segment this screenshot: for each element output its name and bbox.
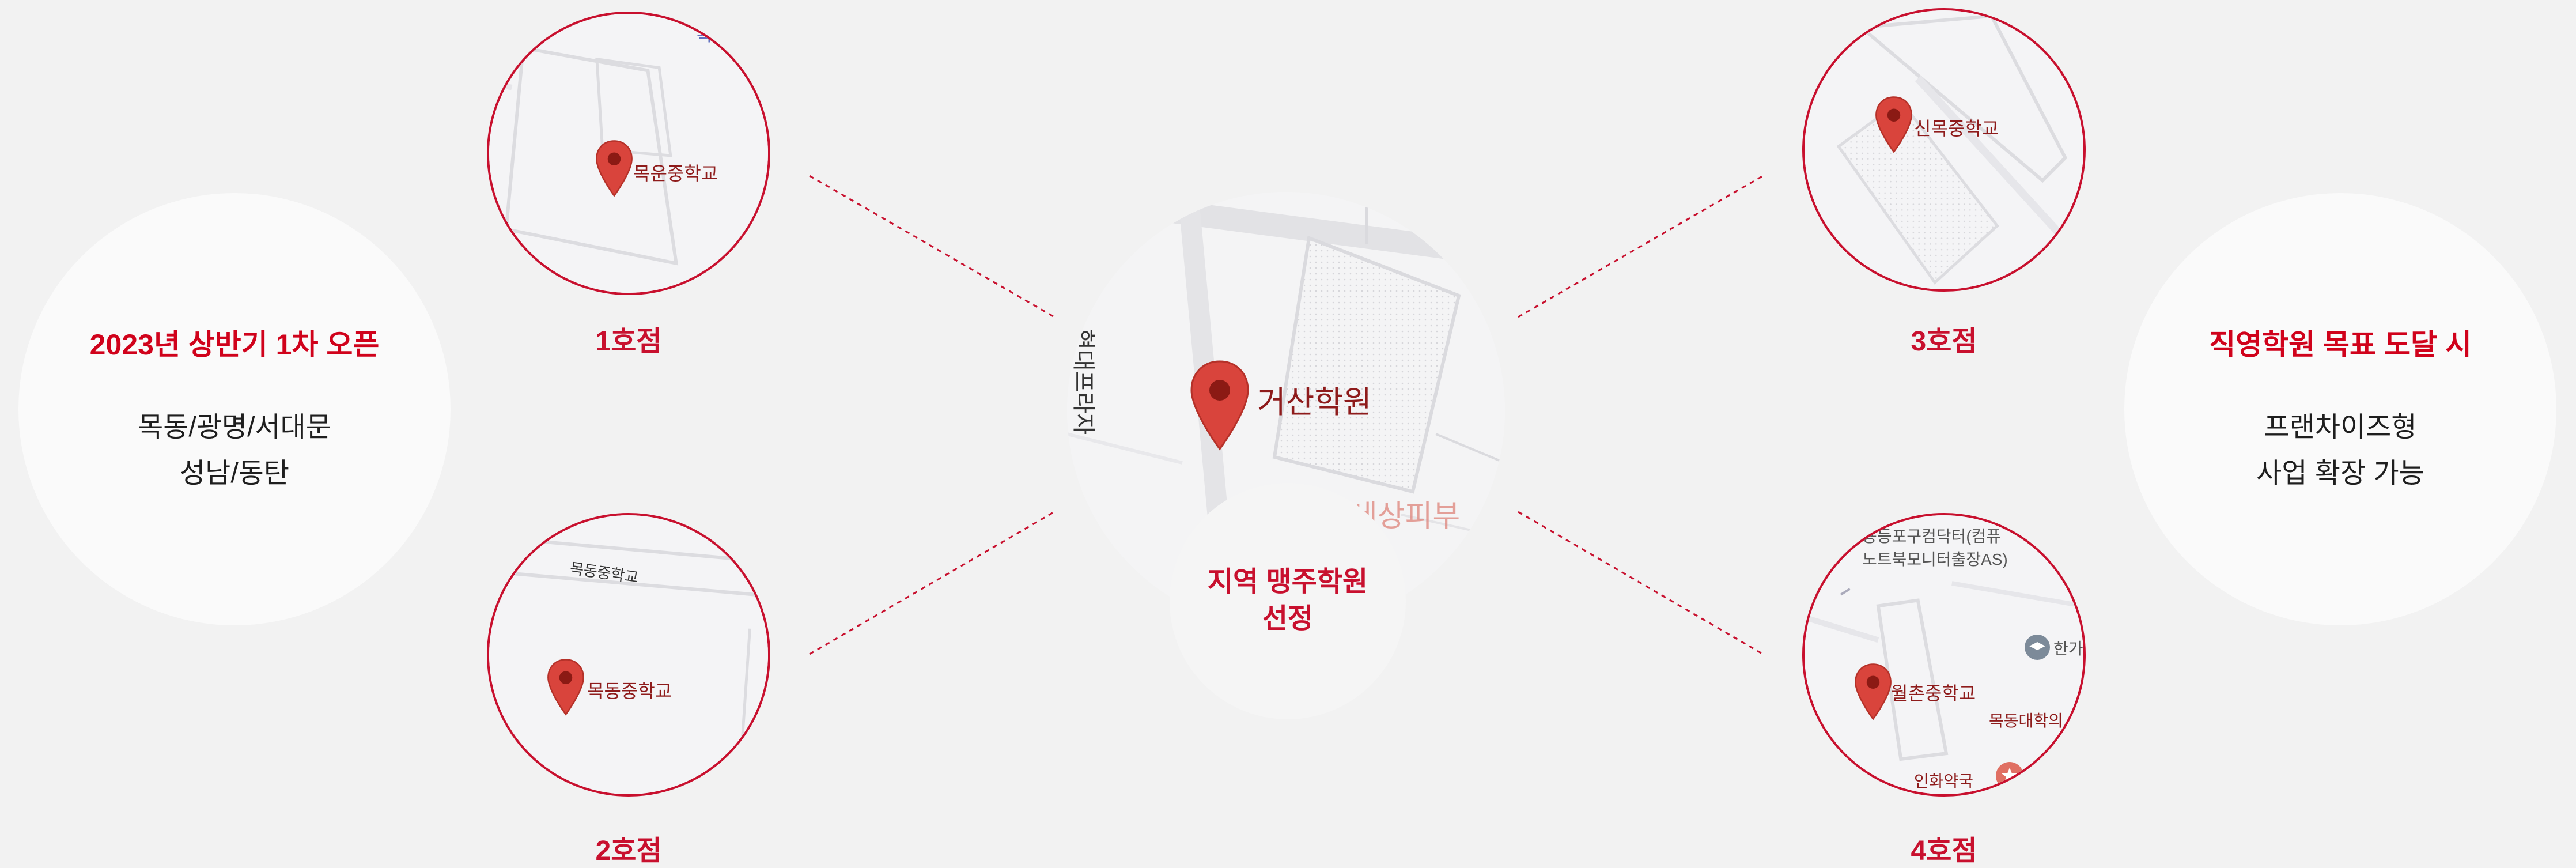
branch-4-extra-5: 인화약국 [1914,772,1974,790]
branch-1-edge-text: 목 [697,26,713,45]
branch-1-pin-label: 목운중학교 [633,163,718,184]
center-caption: 지역 맹주학원 선정 [1170,564,1406,637]
branch-4-pin-icon [1855,663,1892,720]
branch-4-extra-2: 노트북모니터출장AS) [1862,550,2008,568]
branch-3-pin-label: 신목중학교 [1914,118,1999,139]
branch-4-extra-4: 목동대학의 [1989,712,2063,730]
branch-3-label: 3호점 [1911,326,1977,357]
center-map-pin-icon [1190,360,1249,451]
branch-4-label: 4호점 [1911,836,1977,866]
connector-line-2 [809,511,1055,655]
center-caption-circle: 지역 맹주학원 선정 [1170,483,1406,719]
branch-2-map: 목동중학교 목동중학교 [487,513,770,797]
branch-2-pin-label: 목동중학교 [587,681,672,701]
branch-2-pin-icon [547,659,584,716]
pharmacy-icon [1996,762,2023,790]
connector-line-3 [1518,175,1764,318]
branch-4-extra-3: 한가 [2053,640,2083,658]
branch-3-map: 신목중학교 [1802,8,2086,292]
branch-1-label: 1호점 [595,326,662,357]
branch-4-map: 용등포구컴닥터(컴퓨 노트북모니터출장AS) 한가 월촌중학교 목동대학의 인화… [1802,513,2086,797]
branch-4-extra-1: 용등포구컴닥터(컴퓨 [1862,527,2002,545]
branch-1-map: 목 목운중학교 [487,12,770,295]
branch-2-label: 2호점 [595,836,662,866]
center-pin-label: 거산학원 [1257,385,1372,420]
center-caption-line: 지역 맹주학원 [1207,567,1368,597]
connector-line-1 [809,175,1055,318]
branch-3-pin-icon [1875,96,1912,153]
branch-4-pin-label: 월촌중학교 [1891,683,1976,704]
graduation-cap-icon [2025,635,2050,660]
connector-line-4 [1518,511,1764,655]
center-caption-line: 선정 [1262,603,1314,634]
center-road-label: 현대프라자 [1071,329,1096,435]
branch-1-pin-icon [596,140,633,197]
